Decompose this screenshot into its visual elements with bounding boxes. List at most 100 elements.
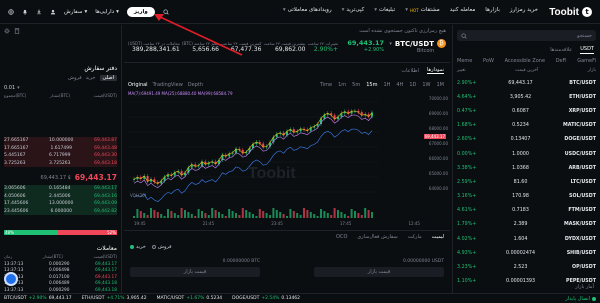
market-filter[interactable]: PoW [483, 58, 494, 64]
market-row[interactable]: XRP/USDT 0.6087 +0.47% [457, 104, 596, 118]
mid-price-fiat: 69,443.17 $ [40, 174, 71, 181]
timeframe-1m[interactable]: 1m [338, 82, 346, 88]
market-row[interactable]: SHIB/USDT 0.00002474 +4.93% [457, 246, 596, 260]
calculator-icon[interactable] [14, 28, 20, 34]
orders-menu[interactable]: سفارش ▾ [64, 9, 87, 15]
market-search[interactable]: جستجو [457, 30, 596, 41]
market-row[interactable]: DOGE/USDT 0.13407 +2.60% [457, 133, 596, 147]
orderbook-row[interactable]: 17.445606 13.000000 69,443.09 [4, 200, 117, 208]
buy-radio[interactable]: خرید [130, 244, 146, 250]
orderbook-row[interactable]: 3.725263 3.725263 69,443.18 [4, 159, 117, 167]
volume-bar [371, 212, 373, 218]
nav-item-5[interactable]: کپی‌ترید ▾ [342, 7, 365, 13]
market-row[interactable]: LTC/USDT 81.60 +2.59% [457, 175, 596, 189]
market-row[interactable]: ARB/USDT 1.0368 +3.38% [457, 161, 596, 175]
market-row[interactable]: OP/USDT 2.523 +3.23% [457, 260, 596, 274]
market-row[interactable]: DYDX/USDT 1.604 +4.02% [457, 232, 596, 246]
market-change: +4.61% [457, 208, 477, 214]
market-filter[interactable]: Accessible Zone [505, 58, 545, 64]
orderbook-row[interactable]: 3.065606 0.165484 69,443.17 [4, 185, 117, 193]
brand-logo[interactable]: Toobit t [549, 6, 592, 18]
market-row[interactable]: FTM/USDT 0.7183 +4.61% [457, 204, 596, 218]
market-price: 0.7183 [512, 208, 529, 214]
orderbook-row[interactable]: 23.445606 6.000000 69,442.82 [4, 207, 117, 215]
precision-select[interactable]: 0.01 ▾ [4, 85, 20, 91]
tab-favorites[interactable]: علاقه‌مندها [550, 47, 572, 53]
assets-menu[interactable]: دارایی‌ها ▾ [95, 9, 119, 15]
orderbook-row[interactable]: 27.665167 10.000000 69,443.87 [4, 137, 117, 145]
nav-item-4[interactable]: تبلیغات ▾ [374, 7, 395, 13]
col-total: مجموع(BTC) [4, 93, 27, 98]
col-market[interactable]: بازار [588, 68, 596, 73]
timeframe-5m[interactable]: 5m [352, 82, 360, 88]
timeframe-1H[interactable]: 1H [383, 82, 390, 88]
order-tab[interactable]: لیمیت [432, 234, 444, 240]
timeframe-Time[interactable]: Time [320, 82, 332, 88]
sell-price-input[interactable]: قیمت بازار [130, 267, 260, 277]
ratio-buy-bar: 48% [4, 230, 59, 235]
market-filter[interactable]: Meme [457, 58, 472, 64]
volume-bar [333, 208, 336, 218]
volume-bar [248, 212, 251, 218]
nav-item-2[interactable]: معامله کنید [450, 7, 476, 13]
market-row[interactable]: MATIC/USDT 0.5234 +1.68% [457, 119, 596, 133]
market-row[interactable]: BTC/USDT 69,443.17 +2.90% [457, 76, 596, 90]
order-tab[interactable]: سفارش فعال‌سازی [357, 234, 397, 240]
tab-buy-only[interactable]: خرید [86, 75, 96, 81]
orderbook-row[interactable]: 17.665167 1.617499 69,443.48 [4, 144, 117, 152]
market-filter[interactable]: DeFi [556, 58, 567, 64]
download-icon[interactable] [36, 9, 42, 15]
col-last-price[interactable]: آخرین قیمت [515, 68, 538, 73]
bottom-ticker-item[interactable]: DOGE/USDT +2.54% 0.13462 [232, 296, 300, 301]
market-filter[interactable]: GameFi [577, 58, 596, 64]
timeframe-15m[interactable]: 15m [366, 82, 377, 88]
ob-price: 69,442.82 [94, 208, 117, 214]
tab-sell-only[interactable]: فروش [68, 75, 82, 81]
nav-item-3[interactable]: مشتقات HOT ▾ [405, 7, 440, 13]
orderbook-row[interactable]: 4.050606 2.445006 69,443.16 [4, 192, 117, 200]
bottom-ticker-item[interactable]: BTC/USDT +2.90% 69,443.17 [4, 296, 72, 301]
chart-kind[interactable]: Depth [188, 82, 203, 88]
ticker-pair-block[interactable]: ₿ BTC/USDT ▾ Bitcoin [389, 39, 446, 54]
market-row[interactable]: SOL/USDT 170.98 +3.16% [457, 190, 596, 204]
tab-usdt[interactable]: USDT [580, 46, 594, 54]
timeframe-1W[interactable]: 1W [422, 82, 430, 88]
sell-radio[interactable]: فروش [151, 244, 172, 250]
ob-price: 69,443.48 [94, 145, 117, 151]
order-side: خرید فروش [130, 244, 172, 250]
trade-amount: 0.006489 [48, 281, 70, 287]
market-row[interactable]: USDC/USDT 1.0000 +0.00% [457, 147, 596, 161]
market-footer[interactable]: آمار بازار [575, 284, 594, 290]
ob-amount: 13.000000 [49, 201, 74, 207]
timeframe-4H[interactable]: 4H [396, 82, 403, 88]
notice-text: هیچ رمزارزی تاکنون جستجوی نشده است [359, 28, 446, 34]
nav-item-6[interactable]: رویدادهای معاملاتی ▾ [283, 7, 332, 13]
tab-info[interactable]: اطلاعات [401, 68, 419, 74]
timeframe-1M[interactable]: 1M [437, 82, 445, 88]
bottom-ticker-item[interactable]: ETH/USDT +4.71% 3,905.42 [82, 296, 147, 301]
tab-charts[interactable]: نمودارها [426, 67, 444, 74]
order-tab[interactable]: مارکت [408, 234, 422, 240]
nav-item-1[interactable]: بازارها [485, 7, 500, 13]
nav-item-0[interactable]: خرید رمزارز [510, 7, 538, 13]
orderbook-row[interactable]: 5.445167 6.717999 69,443.30 [4, 152, 117, 160]
globe-icon[interactable] [8, 9, 14, 15]
buy-price-input[interactable]: قیمت بازار [314, 267, 444, 277]
nav-item-label: رویدادهای معاملاتی [287, 7, 332, 13]
user-icon[interactable] [50, 9, 56, 15]
market-row[interactable]: ETH/USDT 3,905.42 +4.64% [457, 90, 596, 104]
status-text: اتصال پایدار [565, 295, 590, 302]
market-change: +1.79% [457, 222, 477, 228]
tab-main[interactable]: اصلی [99, 75, 117, 81]
col-change[interactable]: تغییر [457, 68, 466, 73]
bottom-ticker-item[interactable]: MATIC/USDT +1.67% 0.5234 [157, 296, 223, 301]
market-row[interactable]: MASK/USDT 2.389 +1.79% [457, 218, 596, 232]
bell-icon[interactable] [22, 9, 28, 15]
candlestick-chart[interactable]: Toobit [128, 98, 404, 220]
chart-kind[interactable]: Original [128, 82, 148, 88]
settings-icon[interactable] [4, 28, 10, 34]
order-tab[interactable]: OCO [336, 234, 347, 240]
chart-kind[interactable]: TradingView [153, 82, 183, 88]
timeframe-1D[interactable]: 1D [409, 82, 416, 88]
support-chat-button[interactable] [4, 272, 18, 286]
